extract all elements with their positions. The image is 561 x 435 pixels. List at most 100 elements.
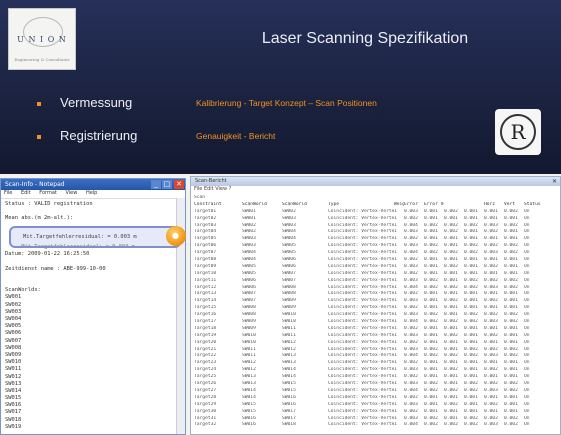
table-cell: On <box>524 236 530 242</box>
menu-help[interactable]: Help <box>86 190 97 196</box>
table-row[interactable]: Target26 SW013 SW015 Coincident: Vertex-Ver… <box>194 381 557 388</box>
column-header[interactable]: Type <box>328 202 394 209</box>
table-cell: 0.001 <box>464 408 478 414</box>
table-row[interactable]: Target02 SW001 SW003 Coincident: Vertex-Ver… <box>194 216 557 223</box>
table-cell: Coincident: Vertex-Vertex <box>328 229 394 235</box>
table-cell: 0.001 <box>424 208 438 214</box>
table-cell: 0.002 <box>504 250 518 256</box>
minimize-button[interactable]: _ <box>151 180 161 189</box>
table-cell: 0.002 <box>464 353 478 359</box>
table-row[interactable]: Target06 SW003 SW005 Coincident: Vertex-Ver… <box>194 243 557 250</box>
table-cell: Target13 <box>194 291 217 297</box>
column-header[interactable]: Error Vector <box>424 202 444 209</box>
table-cell: 0.003 <box>404 298 418 304</box>
table-cell: 0.003 <box>484 284 498 290</box>
table-row[interactable]: Target04 SW002 SW004 Coincident: Vertex-Ver… <box>194 229 557 236</box>
table-cell: 0.001 <box>424 305 438 311</box>
table-row[interactable]: Target19 SW010 SW011 Coincident: Vertex-Ver… <box>194 333 557 340</box>
table-row[interactable]: Target08 SW004 SW006 Coincident: Vertex-Ver… <box>194 257 557 264</box>
menu-format[interactable]: Format <box>39 190 57 196</box>
table-cell: 0.001 <box>504 332 518 338</box>
column-header[interactable]: Horz <box>484 202 504 209</box>
table-row[interactable]: Target27 SW014 SW015 Coincident: Vertex-Ver… <box>194 388 557 395</box>
table-cell: Target10 <box>194 270 217 276</box>
table-row[interactable]: Target23 SW012 SW013 Coincident: Vertex-Ver… <box>194 360 557 367</box>
table-cell: 0.001 <box>484 394 498 400</box>
table-row[interactable]: Target15 SW008 SW009 Coincident: Vertex-Ver… <box>194 305 557 312</box>
table-cell: On <box>524 298 530 304</box>
table-row[interactable]: Target31 SW016 SW017 Coincident: Vertex-Ver… <box>194 416 557 423</box>
table-row[interactable]: Target01 SW001 SW002 Coincident: Vertex-Ver… <box>194 209 557 216</box>
table-row[interactable]: Target32 SW016 SW018 Coincident: Vertex-Ver… <box>194 422 557 429</box>
table-row[interactable]: Target14 SW007 SW009 Coincident: Vertex-Ver… <box>194 298 557 305</box>
table-cell: SW006 <box>242 277 256 283</box>
table-row[interactable]: Target07 SW004 SW005 Coincident: Vertex-Ver… <box>194 250 557 257</box>
table-cell: 0.004 <box>404 422 418 428</box>
table-row[interactable]: Target13 SW007 SW008 Coincident: Vertex-Ver… <box>194 291 557 298</box>
maximize-button[interactable]: □ <box>162 180 172 189</box>
table-cell: 0.002 <box>504 319 518 325</box>
table-cell: Coincident: Vertex-Vertex <box>328 325 394 331</box>
table-cell: 0.001 <box>464 360 478 366</box>
table-row[interactable]: Target18 SW009 SW011 Coincident: Vertex-Ver… <box>194 326 557 333</box>
column-header[interactable]: ScanWorld <box>242 202 282 209</box>
table-row[interactable]: Target16 SW008 SW010 Coincident: Vertex-Ver… <box>194 312 557 319</box>
notepad-line: SW018 <box>5 416 22 423</box>
menu-view[interactable]: View <box>65 190 77 196</box>
table-row[interactable]: Target09 SW005 SW006 Coincident: Vertex-Ver… <box>194 264 557 271</box>
table-row[interactable]: Target30 SW015 SW017 Coincident: Vertex-Ver… <box>194 409 557 416</box>
table-cell: 0.001 <box>424 298 438 304</box>
table-cell: 1 <box>394 360 397 366</box>
table-cell: 0.002 <box>484 367 498 373</box>
column-header[interactable] <box>464 202 484 209</box>
table-cell: On <box>524 408 530 414</box>
table-cell: 1 <box>394 319 397 325</box>
table-row[interactable]: Target10 SW005 SW007 Coincident: Vertex-Ver… <box>194 271 557 278</box>
table-cell: 0.002 <box>504 422 518 428</box>
column-header[interactable]: Vert <box>504 202 524 209</box>
table-row[interactable]: Target12 SW006 SW008 Coincident: Vertex-Ver… <box>194 285 557 292</box>
column-header[interactable]: Constraint <box>194 202 242 209</box>
table-cell: 0.002 <box>424 415 438 421</box>
table-row[interactable]: Target17 SW009 SW010 Coincident: Vertex-Ver… <box>194 319 557 326</box>
table-row[interactable]: Target29 SW015 SW016 Coincident: Vertex-Ver… <box>194 402 557 409</box>
table-cell: On <box>524 215 530 221</box>
table-row[interactable]: Target05 SW003 SW004 Coincident: Vertex-Ver… <box>194 236 557 243</box>
table-row[interactable]: Target25 SW013 SW014 Coincident: Vertex-Ver… <box>194 374 557 381</box>
table-cell: Coincident: Vertex-Vertex <box>328 319 394 325</box>
table-cell: Target22 <box>194 353 217 359</box>
table-row[interactable]: Target28 SW014 SW016 Coincident: Vertex-Ver… <box>194 395 557 402</box>
table-cell: 0.001 <box>484 236 498 242</box>
table-cell: 0.001 <box>464 236 478 242</box>
table-cell: SW017 <box>282 408 296 414</box>
close-button[interactable]: ✕ <box>174 180 184 189</box>
table-cell: Target06 <box>194 243 217 249</box>
logo-text: U N I O N <box>17 35 67 44</box>
table-row[interactable]: Target03 SW002 SW003 Coincident: Vertex-Ver… <box>194 223 557 230</box>
notepad-line <box>5 208 181 215</box>
table-cell: 0.002 <box>504 415 518 421</box>
table-cell: 0.004 <box>404 319 418 325</box>
table-cell: Coincident: Vertex-Vertex <box>328 222 394 228</box>
column-header[interactable]: Weight <box>394 202 404 209</box>
table-row[interactable]: Target24 SW012 SW014 Coincident: Vertex-Ver… <box>194 367 557 374</box>
column-header[interactable]: Status <box>524 202 544 209</box>
menu-edit[interactable]: Edit <box>21 190 31 196</box>
table-row[interactable]: Target20 SW010 SW012 Coincident: Vertex-Ver… <box>194 340 557 347</box>
scan-report-toolbar[interactable]: File Edit View ? <box>191 186 560 194</box>
table-cell: SW007 <box>282 270 296 276</box>
close-icon[interactable]: ✕ <box>552 177 557 186</box>
table-row[interactable]: Target22 SW011 SW013 Coincident: Vertex-Ver… <box>194 353 557 360</box>
table-row[interactable]: Target11 SW006 SW007 Coincident: Vertex-Ver… <box>194 278 557 285</box>
table-cell: 0.001 <box>484 257 498 263</box>
table-cell: 1 <box>394 298 397 304</box>
column-header[interactable]: Error <box>404 202 424 209</box>
menu-file[interactable]: File <box>4 190 12 196</box>
column-header[interactable] <box>444 202 464 209</box>
table-cell: Coincident: Vertex-Vertex <box>328 250 394 256</box>
column-header[interactable]: ScanWorld <box>282 202 328 209</box>
table-cell: 0.002 <box>404 325 418 331</box>
bullet-marker <box>37 102 41 106</box>
table-cell: 0.002 <box>464 319 478 325</box>
table-row[interactable]: Target21 SW011 SW012 Coincident: Vertex-Ver… <box>194 347 557 354</box>
